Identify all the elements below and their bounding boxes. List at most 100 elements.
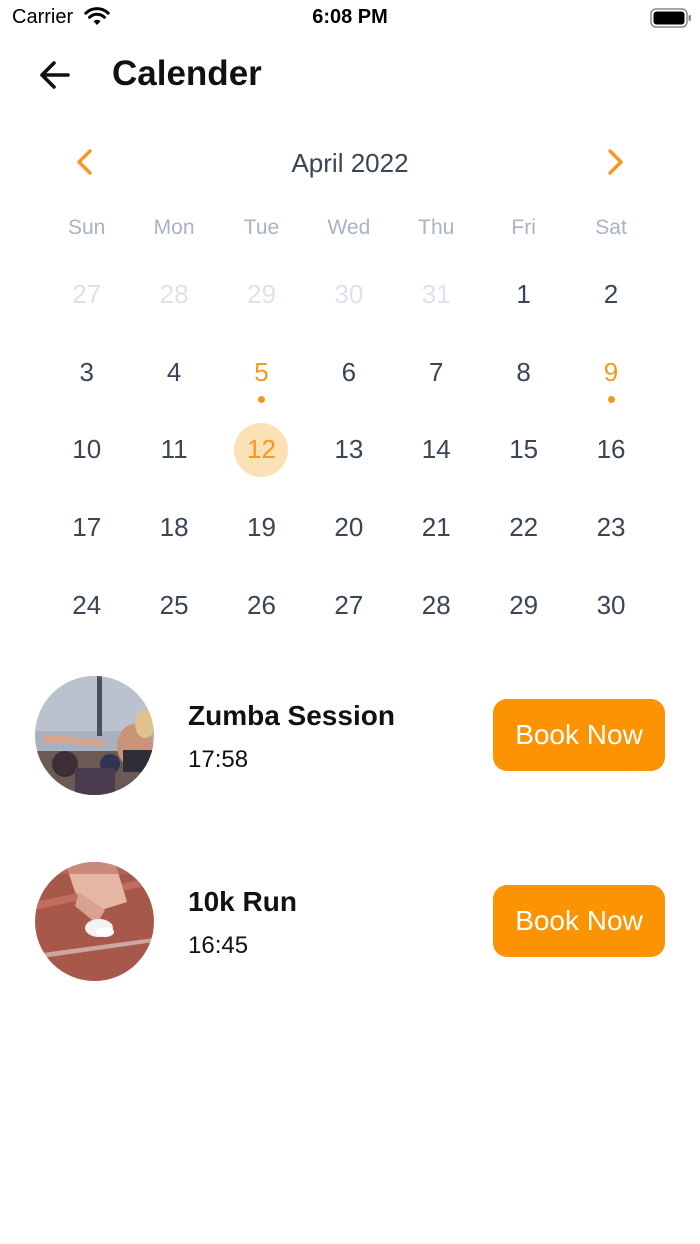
day-number: 29 <box>247 279 276 310</box>
header: Calender <box>0 48 700 104</box>
day-number: 25 <box>159 589 189 620</box>
day-number: 30 <box>334 279 364 310</box>
calendar-day-normal[interactable]: 7 <box>393 334 480 412</box>
weekday-label: Tue <box>243 216 280 239</box>
day-number: 16 <box>596 434 626 465</box>
zumba-photo-image <box>35 676 154 795</box>
event-time: 17:58 <box>188 746 249 773</box>
day-number: 3 <box>79 356 94 387</box>
day-number: 28 <box>159 279 189 310</box>
calendar-day-normal[interactable]: 11 <box>130 411 217 489</box>
day-number: 4 <box>166 356 182 387</box>
calendar-day-normal[interactable]: 26 <box>218 566 305 644</box>
day-number: 29 <box>509 589 539 620</box>
calendar-day-normal[interactable]: 4 <box>130 334 217 412</box>
day-number: 26 <box>247 589 276 620</box>
running-track-photo-image <box>35 862 154 981</box>
arrow-left-icon <box>40 61 70 89</box>
weekday-header: Sun Mon Tue Wed Thu Fri Sat <box>43 212 655 244</box>
calendar-day-selected[interactable]: 12 <box>218 411 305 489</box>
calendar-day-normal[interactable]: 6 <box>305 334 392 412</box>
status-time: 6:08 PM <box>312 6 388 28</box>
calendar-day-normal[interactable]: 22 <box>480 489 567 567</box>
calendar-day-normal[interactable]: 21 <box>393 489 480 567</box>
day-number: 6 <box>341 356 357 387</box>
event-name: Zumba Session <box>188 700 395 731</box>
calendar-day-normal[interactable]: 14 <box>393 411 480 489</box>
event-item-10k-run: 10k Run 16:45 Book Now <box>0 862 700 982</box>
weekday-label: Wed <box>327 216 371 239</box>
page-title: Calender <box>112 54 262 93</box>
weekday-label: Mon <box>153 216 195 239</box>
book-now-button[interactable]: Book Now <box>493 699 665 771</box>
calendar-day-normal[interactable]: 30 <box>567 566 654 644</box>
calendar-day-normal[interactable]: 20 <box>305 489 392 567</box>
weekday-label: Sat <box>595 216 627 239</box>
calendar-day-event[interactable]: 5 <box>218 334 305 412</box>
status-bar: Carrier 6:08 PM <box>0 0 700 36</box>
calendar-day-normal[interactable]: 29 <box>480 566 567 644</box>
day-number: 13 <box>334 434 364 465</box>
day-number: 14 <box>421 434 451 465</box>
day-number: 28 <box>421 589 451 620</box>
day-number: 17 <box>72 512 102 543</box>
day-number: 8 <box>516 356 531 387</box>
calendar-day-normal[interactable]: 15 <box>480 411 567 489</box>
month-label: April 2022 <box>291 148 409 178</box>
day-number: 2 <box>603 279 619 310</box>
day-number: 21 <box>421 512 451 543</box>
calendar-day-normal[interactable]: 27 <box>305 566 392 644</box>
calendar-day-normal[interactable]: 13 <box>305 411 392 489</box>
weekday-label: Fri <box>511 216 536 239</box>
weekday-label: Sun <box>68 216 106 239</box>
calendar-day-normal[interactable]: 24 <box>43 566 130 644</box>
book-now-button[interactable]: Book Now <box>493 885 665 957</box>
event-item-zumba: Zumba Session 17:58 Book Now <box>0 676 700 796</box>
day-number: 31 <box>421 279 451 310</box>
next-month-button[interactable] <box>600 146 630 178</box>
day-number: 27 <box>334 589 364 620</box>
day-number: 20 <box>334 512 364 543</box>
day-number: 27 <box>72 279 102 310</box>
event-time: 16:45 <box>188 932 249 959</box>
day-number: 15 <box>509 434 539 465</box>
day-number: 18 <box>159 512 189 543</box>
day-number: 23 <box>596 512 626 543</box>
day-number: 10 <box>72 434 102 465</box>
calendar-day-normal[interactable]: 23 <box>567 489 654 567</box>
day-number: 19 <box>247 512 276 543</box>
chevron-right-icon <box>608 149 623 175</box>
event-thumbnail-zumba <box>35 676 154 795</box>
calendar-day-event[interactable]: 9 <box>567 334 654 412</box>
calendar-day-normal[interactable]: 25 <box>130 566 217 644</box>
day-number: 30 <box>596 589 626 620</box>
calendar-day-normal[interactable]: 16 <box>567 411 654 489</box>
calendar-day-muted: 27 <box>43 256 130 334</box>
day-number: 9 <box>603 356 619 387</box>
event-name: 10k Run <box>188 886 297 917</box>
back-button[interactable] <box>36 58 74 92</box>
calendar-day-muted: 30 <box>305 256 392 334</box>
calendar-day-normal[interactable]: 2 <box>567 256 654 334</box>
day-number: 11 <box>160 434 188 465</box>
month-navigation: April 2022 <box>0 140 700 184</box>
calendar-day-normal[interactable]: 28 <box>393 566 480 644</box>
calendar-day-muted: 28 <box>130 256 217 334</box>
calendar-day-normal[interactable]: 19 <box>218 489 305 567</box>
calendar-day-normal[interactable]: 3 <box>43 334 130 412</box>
calendar-day-normal[interactable]: 17 <box>43 489 130 567</box>
day-number: 24 <box>72 589 102 620</box>
calendar-day-muted: 31 <box>393 256 480 334</box>
day-number: 7 <box>429 356 444 387</box>
day-number: 5 <box>254 356 269 387</box>
calendar-days-grid: 27 28 29 30 31 1 2 3 4 5 6 7 8 9 10 11 12 13 14 15 16 17 18 19 2… <box>43 256 655 644</box>
calendar-day-muted: 29 <box>218 256 305 334</box>
calendar-day-normal[interactable]: 10 <box>43 411 130 489</box>
calendar-day-normal[interactable]: 1 <box>480 256 567 334</box>
day-number: 1 <box>516 279 531 310</box>
calendar-day-normal[interactable]: 8 <box>480 334 567 412</box>
calendar-day-normal[interactable]: 18 <box>130 489 217 567</box>
day-number: 22 <box>509 512 539 543</box>
event-thumbnail-10k-run <box>35 862 154 981</box>
day-number: 12 <box>247 434 276 465</box>
